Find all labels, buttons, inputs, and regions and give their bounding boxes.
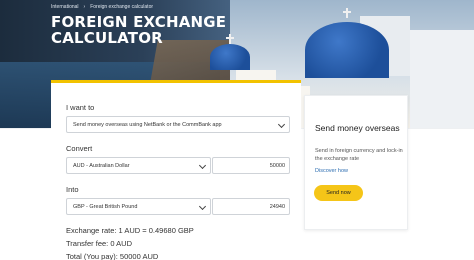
- side-card-title: Send money overseas: [315, 123, 400, 133]
- chevron-down-icon: [198, 202, 207, 211]
- hero-house: [410, 30, 474, 128]
- from-currency-value: AUD - Australian Dollar: [73, 162, 130, 169]
- breadcrumb: International › Foreign exchange calcula…: [51, 4, 153, 10]
- send-money-card: Send money overseas Send in foreign curr…: [304, 95, 408, 230]
- breadcrumb-separator-icon: ›: [83, 4, 86, 10]
- discover-how-link[interactable]: Discover how: [315, 168, 348, 174]
- want-select[interactable]: Send money overseas using NetBank or the…: [66, 116, 290, 133]
- calculator-card: I want to Send money overseas using NetB…: [51, 80, 301, 260]
- total-pay-text: Total (You pay): 50000 AUD: [66, 252, 159, 260]
- side-card-description: Send in foreign currency and lock-in the…: [315, 148, 403, 162]
- exchange-rate-text: Exchange rate: 1 AUD = 0.49680 GBP: [66, 226, 194, 235]
- chevron-down-icon: [198, 161, 207, 170]
- to-amount-input[interactable]: 24940: [212, 198, 290, 215]
- page-title: FOREIGN EXCHANGE CALCULATOR: [51, 13, 227, 47]
- want-label: I want to: [66, 103, 95, 112]
- convert-label: Convert: [66, 144, 93, 153]
- breadcrumb-current[interactable]: Foreign exchange calculator: [90, 4, 153, 10]
- hero-cross-icon: [343, 8, 351, 18]
- into-label: Into: [66, 185, 79, 194]
- transfer-fee-text: Transfer fee: 0 AUD: [66, 239, 132, 248]
- to-currency-value: GBP - Great British Pound: [73, 203, 138, 210]
- chevron-down-icon: [277, 120, 286, 129]
- hero-dome-small: [210, 44, 250, 70]
- to-currency-select[interactable]: GBP - Great British Pound: [66, 198, 211, 215]
- from-amount-input[interactable]: 50000: [212, 157, 290, 174]
- hero-dome-large: [305, 22, 389, 78]
- want-select-value: Send money overseas using NetBank or the…: [73, 121, 222, 128]
- send-now-button[interactable]: Send now: [314, 185, 363, 201]
- from-currency-select[interactable]: AUD - Australian Dollar: [66, 157, 211, 174]
- breadcrumb-international[interactable]: International: [51, 4, 79, 10]
